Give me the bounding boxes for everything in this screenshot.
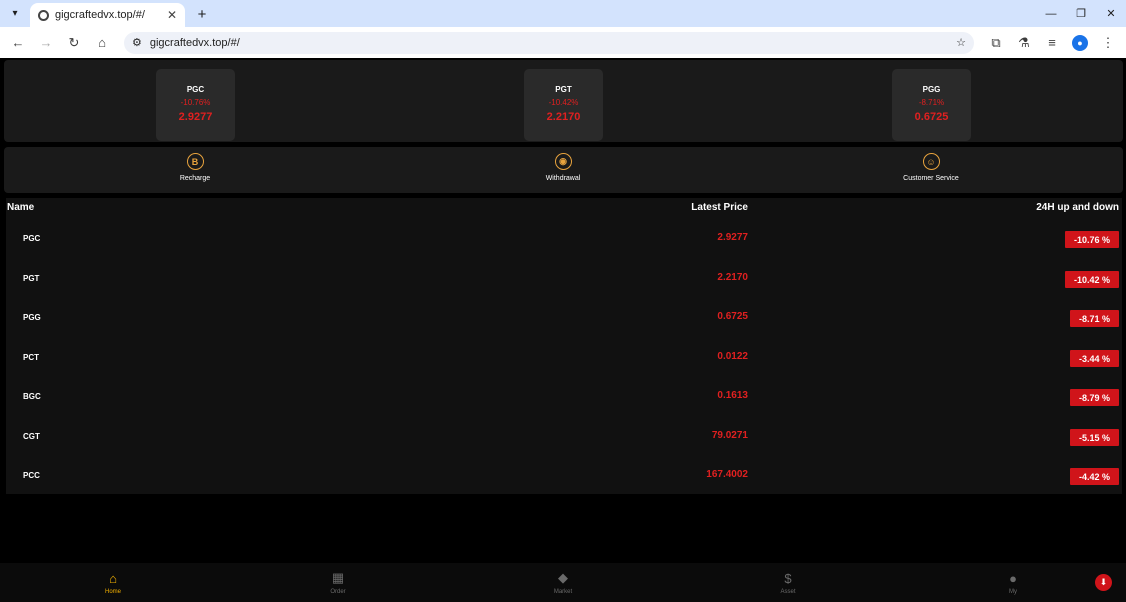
table-row[interactable]: PCT 0.0122 -3.44 % — [6, 340, 1122, 379]
ticker-card[interactable]: PGG -8.71% 0.6725 — [892, 69, 971, 141]
market-table: Name Latest Price 24H up and down PGC 2.… — [6, 198, 1122, 494]
site-favicon-icon — [38, 9, 49, 21]
reload-icon[interactable]: ↻ — [62, 31, 86, 55]
support-chat-icon[interactable]: ⬇ — [1095, 574, 1112, 591]
ticker-change: -8.71% — [918, 98, 945, 107]
ticker-panel: PGC -10.76% 2.9277 PGT -10.42% 2.2170 PG… — [4, 60, 1123, 142]
row-name: PGC — [23, 234, 41, 243]
nav-label: Order — [330, 589, 346, 595]
row-name: CGT — [23, 432, 40, 441]
table-row[interactable]: PCC 167.4002 -4.42 % — [6, 458, 1122, 497]
ticker-price: 2.2170 — [546, 111, 581, 123]
profile-avatar[interactable]: ● — [1068, 31, 1092, 55]
smiley-icon: ☺ — [922, 153, 940, 170]
table-row[interactable]: CGT 79.0271 -5.15 % — [6, 419, 1122, 458]
row-price: 2.2170 — [717, 272, 748, 283]
close-tab-icon[interactable]: ✕ — [167, 8, 177, 22]
forward-icon[interactable]: → — [34, 31, 58, 55]
nav-order[interactable]: ▦ Order — [308, 570, 368, 595]
page-content: PGC -10.76% 2.9277 PGT -10.42% 2.2170 PG… — [0, 58, 1126, 602]
change-badge: -10.42 % — [1064, 271, 1119, 288]
row-price: 167.4002 — [706, 469, 748, 480]
address-bar[interactable]: ⚙ gigcraftedvx.top/#/ ☆ — [124, 31, 974, 54]
home-browser-icon[interactable]: ⌂ — [90, 31, 114, 55]
home-icon: ⌂ — [109, 570, 117, 586]
nav-label: Home — [104, 589, 121, 595]
close-window-icon[interactable]: ✕ — [1096, 0, 1126, 27]
withdrawal-button[interactable]: ◉ Withdrawal — [503, 153, 623, 182]
change-badge: -5.15 % — [1069, 429, 1119, 446]
extensions-icon[interactable]: ⧉ — [984, 31, 1008, 55]
user-icon: ● — [1009, 570, 1017, 586]
ticker-name: PGT — [555, 85, 572, 94]
minimize-icon[interactable]: — — [1036, 0, 1066, 27]
new-tab-button[interactable]: + — [191, 3, 213, 25]
nav-market[interactable]: ◆ Market — [533, 570, 593, 595]
tab-search-icon[interactable]: ▾ — [4, 2, 26, 24]
row-price: 2.9277 — [717, 232, 748, 243]
nav-label: Asset — [780, 589, 796, 595]
labs-icon[interactable]: ⚗ — [1012, 31, 1036, 55]
restore-icon[interactable]: ❐ — [1066, 0, 1096, 27]
browser-tab[interactable]: gigcraftedvx.top/#/ ✕ — [30, 3, 185, 27]
diamond-icon: ◆ — [558, 570, 568, 585]
nav-asset[interactable]: $ Asset — [758, 570, 818, 596]
column-header-change: 24H up and down — [1036, 202, 1119, 213]
row-price: 79.0271 — [711, 430, 748, 441]
url-text: gigcraftedvx.top/#/ — [149, 36, 240, 49]
customer-service-button[interactable]: ☺ Customer Service — [871, 153, 991, 182]
browser-toolbar: ← → ↻ ⌂ ⚙ gigcraftedvx.top/#/ ☆ ⧉ ⚗ ≡ ● … — [0, 27, 1126, 58]
recharge-button[interactable]: B Recharge — [135, 153, 255, 182]
nav-home[interactable]: ⌂ Home — [83, 570, 143, 596]
bookmark-star-icon[interactable]: ☆ — [956, 36, 966, 49]
ticker-card[interactable]: PGC -10.76% 2.9277 — [156, 69, 235, 141]
dollar-icon: $ — [784, 570, 792, 586]
ticker-card[interactable]: PGT -10.42% 2.2170 — [524, 69, 603, 141]
ticker-change: -10.42% — [548, 98, 579, 107]
ticker-name: PGG — [922, 85, 941, 94]
action-label: Customer Service — [903, 175, 959, 182]
site-info-icon[interactable]: ⚙ — [132, 36, 142, 49]
row-price: 0.6725 — [717, 311, 748, 322]
grid-icon: ▦ — [331, 570, 345, 585]
nav-my[interactable]: ● My — [983, 570, 1043, 596]
column-header-price: Latest Price — [691, 202, 748, 213]
row-name: PGG — [23, 313, 41, 322]
row-name: PCT — [23, 353, 39, 362]
change-badge: -8.79 % — [1069, 389, 1119, 406]
ticker-change: -10.76% — [180, 98, 211, 107]
row-name: BGC — [23, 392, 41, 401]
bottom-navigation: ⌂ Home ▦ Order ◆ Market $ Asset ● My ⬇ — [0, 563, 1126, 602]
browser-tabstrip: ▾ gigcraftedvx.top/#/ ✕ + — ❐ ✕ — [0, 0, 1126, 27]
menu-kebab-icon[interactable]: ⋮ — [1096, 31, 1120, 55]
change-badge: -8.71 % — [1069, 310, 1119, 327]
ticker-name: PGC — [186, 85, 205, 94]
table-row[interactable]: BGC 0.1613 -8.79 % — [6, 379, 1122, 418]
nav-label: My — [1009, 589, 1017, 595]
bitcoin-icon: B — [186, 153, 204, 170]
ticker-price: 0.6725 — [914, 111, 949, 123]
ticker-price: 2.9277 — [178, 111, 213, 123]
tab-title: gigcraftedvx.top/#/ — [55, 9, 145, 21]
table-row[interactable]: PGC 2.9277 -10.76 % — [6, 221, 1122, 260]
back-icon[interactable]: ← — [6, 31, 30, 55]
nav-label: Market — [553, 589, 573, 595]
profile-icon: ● — [1072, 34, 1088, 51]
row-name: PGT — [23, 274, 40, 283]
action-label: Withdrawal — [545, 175, 581, 182]
row-price: 0.1613 — [717, 390, 748, 401]
change-badge: -3.44 % — [1069, 350, 1119, 367]
column-header-name: Name — [7, 202, 35, 213]
media-icon[interactable]: ≡ — [1040, 31, 1064, 55]
withdrawal-icon: ◉ — [554, 153, 572, 170]
action-label: Recharge — [179, 175, 211, 182]
table-row[interactable]: PGG 0.6725 -8.71 % — [6, 300, 1122, 339]
window-controls: — ❐ ✕ — [1036, 0, 1126, 27]
change-badge: -4.42 % — [1069, 468, 1119, 485]
row-name: PCC — [23, 471, 40, 480]
quick-actions: B Recharge ◉ Withdrawal ☺ Customer Servi… — [4, 147, 1123, 193]
table-row[interactable]: PGT 2.2170 -10.42 % — [6, 261, 1122, 300]
row-price: 0.0122 — [717, 351, 748, 362]
change-badge: -10.76 % — [1064, 231, 1119, 248]
